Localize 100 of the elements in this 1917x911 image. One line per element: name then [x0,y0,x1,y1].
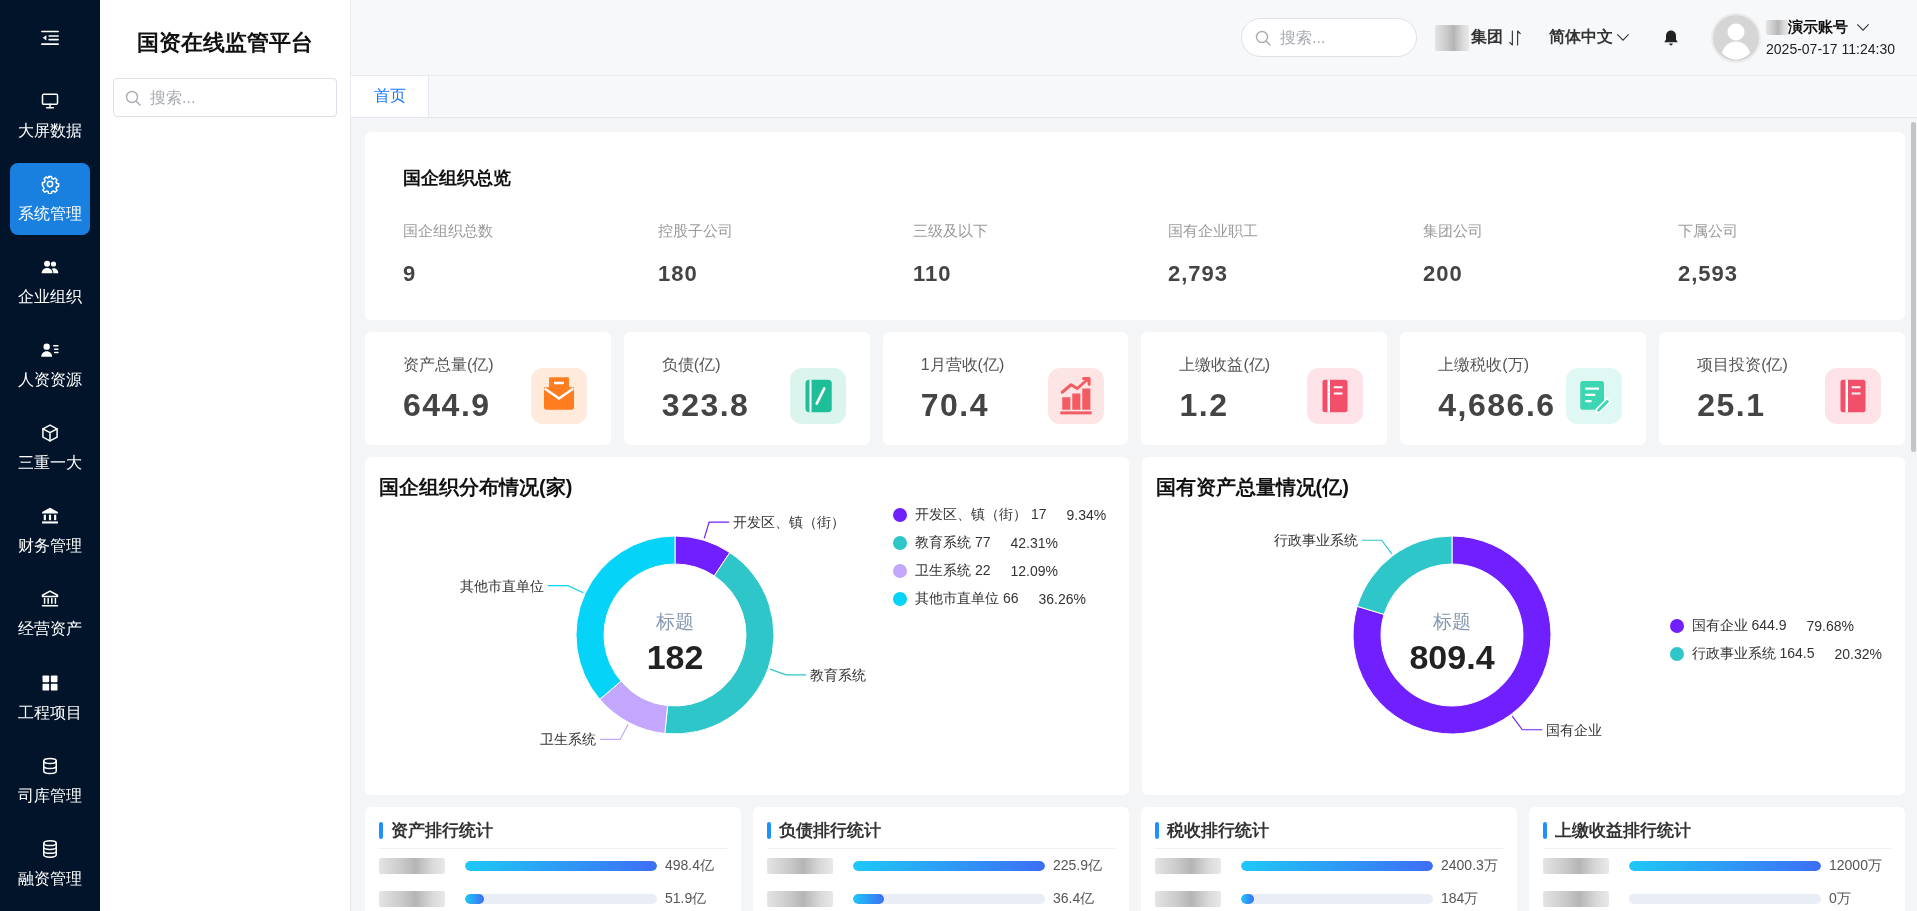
stat-label: 项目投资(亿) [1697,355,1788,375]
slice-label: 其他市直单位 [459,577,544,594]
login-time: 2025-07-17 11:24:30 [1766,41,1895,57]
stat-label: 上缴收益(亿) [1179,355,1271,375]
stat-value: 70.4 [920,386,989,425]
ranking-value: 184万 [1441,889,1480,908]
stat-label: 1月营收(亿) [920,355,1005,375]
stat-label: 集团公司 [1423,221,1483,241]
stat-value: 644.9 [403,386,491,425]
search-field[interactable]: 搜索... [113,78,337,117]
card-title: 资产排行统计 [391,820,493,842]
stat-value: 180 [658,261,698,287]
nav-item[interactable]: 大屏数据 [10,79,90,152]
stat-value: 323.8 [661,386,750,425]
accent-bar-icon [1543,822,1547,839]
stat-value: 1.2 [1179,386,1229,425]
blurred-text [379,857,445,874]
ranking-value: 51.9亿 [665,889,708,908]
card-title: 国企组织总览 [403,167,511,190]
stat-label: 负债(亿) [661,355,721,375]
chart-title: 国有资产总量情况(亿) [1154,475,1350,500]
nav-item[interactable]: 工程项目 [10,661,90,734]
legend-label[interactable]: 其他市直单位 66 [915,590,1019,608]
legend-percent: 12.09% [1010,563,1058,579]
legend-percent: 9.34% [1066,507,1107,523]
stat-value: 25.1 [1697,386,1766,425]
app-title: 国资在线监管平台 [137,30,313,56]
slice-label: 卫生系统 [540,731,597,748]
nav-item[interactable]: 人资资源 [10,329,90,402]
chart-center-value: 182 [646,638,704,676]
stat-value: 200 [1423,261,1463,287]
blurred-text [1543,857,1609,874]
settings-icon [40,173,60,194]
scrollbar[interactable] [1911,122,1916,452]
accent-bar-icon [767,822,771,839]
chart-center-title: 标题 [656,610,694,632]
ranking-value: 0万 [1829,889,1852,908]
stat-label: 国有企业职工 [1168,221,1258,241]
ranking-value: 12000万 [1829,856,1883,875]
slice-label: 教育系统 [810,666,867,683]
bank-icon [40,506,60,527]
search-icon [1255,29,1272,46]
blurred-text [1543,890,1609,907]
ranking-value: 36.4亿 [1053,889,1096,908]
legend-label[interactable]: 卫生系统 22 [915,562,991,580]
blurred-text [1435,24,1470,51]
card-title: 上缴收益排行统计 [1555,820,1691,842]
legend-label[interactable]: 国有企业 644.9 [1691,617,1787,635]
stat-label: 上缴税收(万) [1438,355,1529,375]
tab[interactable]: 首页 [351,76,429,117]
database-icon [40,838,60,859]
swap-icon [1508,28,1523,47]
nav-item[interactable]: 财务管理 [10,495,90,568]
chart-center-value: 809.4 [1408,638,1495,676]
leader-line [599,723,629,741]
accent-bar-icon [1155,822,1159,839]
leader-line [1360,539,1392,555]
caret-icon [1856,23,1871,32]
ranking-value: 2400.3万 [1441,856,1499,875]
legend-label[interactable]: 行政事业系统 164.5 [1691,645,1815,663]
card-title: 负债排行统计 [779,820,881,842]
database-icon [40,755,60,776]
card-title: 税收排行统计 [1167,820,1269,842]
slice-label: 行政事业系统 [1273,532,1358,549]
blurred-text [379,890,445,907]
stat-value: 9 [403,261,417,287]
stat-value: 110 [913,261,952,287]
ranking-value: 498.4亿 [665,856,716,875]
legend-percent: 36.26% [1038,591,1086,607]
slice-label: 开发区、镇（街） [733,514,846,531]
nav-item[interactable]: 司库管理 [10,744,90,817]
bell-icon[interactable] [1663,28,1680,47]
stat-label: 三级及以下 [913,221,988,241]
stat-label: 资产总量(亿) [403,355,494,375]
slice-label: 国有企业 [1545,721,1602,738]
leader-line [769,668,807,676]
legend-percent: 79.68% [1806,618,1854,634]
caret-icon [1616,33,1631,42]
user-name-dropdown[interactable]: 演示账号 [1766,18,1895,37]
org-switcher[interactable]: 集团 [1435,24,1523,51]
chart-center-title: 标题 [1432,610,1471,632]
legend-percent: 42.31% [1010,535,1058,551]
stat-value: 2,793 [1168,261,1229,287]
nav-item[interactable]: 企业组织 [10,245,90,319]
nav-item[interactable]: 三重一大 [10,412,90,485]
blurred-text [1155,857,1221,874]
blurred-text [1766,20,1789,35]
nav-item[interactable]: 经营资产 [10,578,90,651]
accent-bar-icon [379,822,383,839]
ranking-value: 225.9亿 [1053,856,1104,875]
leader-line [703,521,730,539]
stat-value: 2,593 [1678,261,1739,287]
nav-item[interactable]: 系统管理 [10,162,90,235]
leader-line [1511,715,1543,731]
legend-label[interactable]: 教育系统 77 [915,534,991,552]
stat-value: 4,686.6 [1438,386,1556,425]
language-dropdown[interactable]: 简体中文 [1549,27,1631,48]
legend-label[interactable]: 开发区、镇（街） 17 [915,506,1047,524]
nav-item[interactable]: 融资管理 [10,827,90,900]
search-field[interactable]: 搜索... [1241,18,1418,57]
